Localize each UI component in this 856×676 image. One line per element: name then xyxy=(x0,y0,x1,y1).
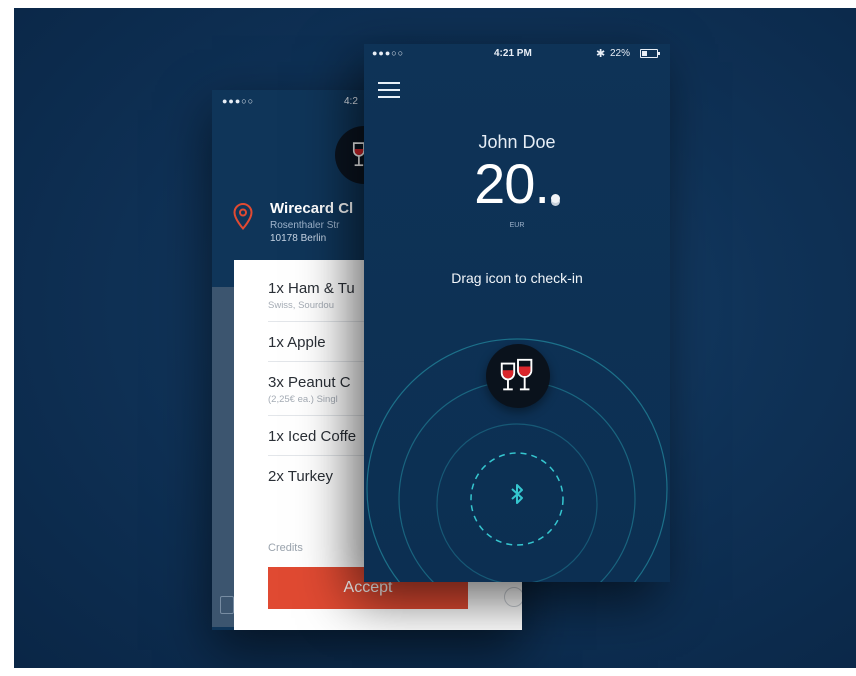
signal-icon: ●●●○○ xyxy=(372,48,405,58)
credits-label: Credits xyxy=(268,542,303,554)
status-time: 4:21 PM xyxy=(494,48,532,59)
venue-city: 10178 Berlin xyxy=(270,233,327,244)
status-signal: ●●●○○ xyxy=(222,96,255,106)
checkin-screen: ●●●○○ 4:21 PM ✱ 22% John Doe 20. EUR Dra… xyxy=(364,44,670,582)
checkin-target-rings xyxy=(366,338,668,582)
circle-icon[interactable] xyxy=(504,587,522,607)
wine-glasses-icon xyxy=(500,358,533,391)
user-name: John Doe xyxy=(478,132,556,152)
app-showcase: ●●●○○ 4:2 Wirecard Cl Rosenthaler Str 10… xyxy=(14,8,856,668)
bar-icon xyxy=(220,596,234,614)
balance: 20. xyxy=(364,152,670,216)
balance-amount: 20. xyxy=(474,152,550,215)
battery-percent: 22% xyxy=(610,48,631,59)
checkin-drag-handle[interactable] xyxy=(486,344,550,408)
currency-label: EUR xyxy=(509,222,525,229)
order-card-shadow xyxy=(212,287,234,627)
bluetooth-status-icon: ✱ xyxy=(596,48,606,60)
checkin-instruction: Drag icon to check-in xyxy=(451,270,583,286)
status-time: 4:2 xyxy=(344,96,358,107)
coin-icon xyxy=(550,194,560,203)
status-bar: ●●●○○ 4:21 PM ✱ 22% xyxy=(364,44,670,62)
location-pin-icon xyxy=(233,202,253,230)
venue-name: Wirecard Cl xyxy=(270,200,354,217)
battery-icon xyxy=(640,49,660,58)
menu-icon[interactable] xyxy=(378,82,400,100)
venue-street: Rosenthaler Str xyxy=(270,220,340,231)
bluetooth-icon xyxy=(511,484,523,504)
